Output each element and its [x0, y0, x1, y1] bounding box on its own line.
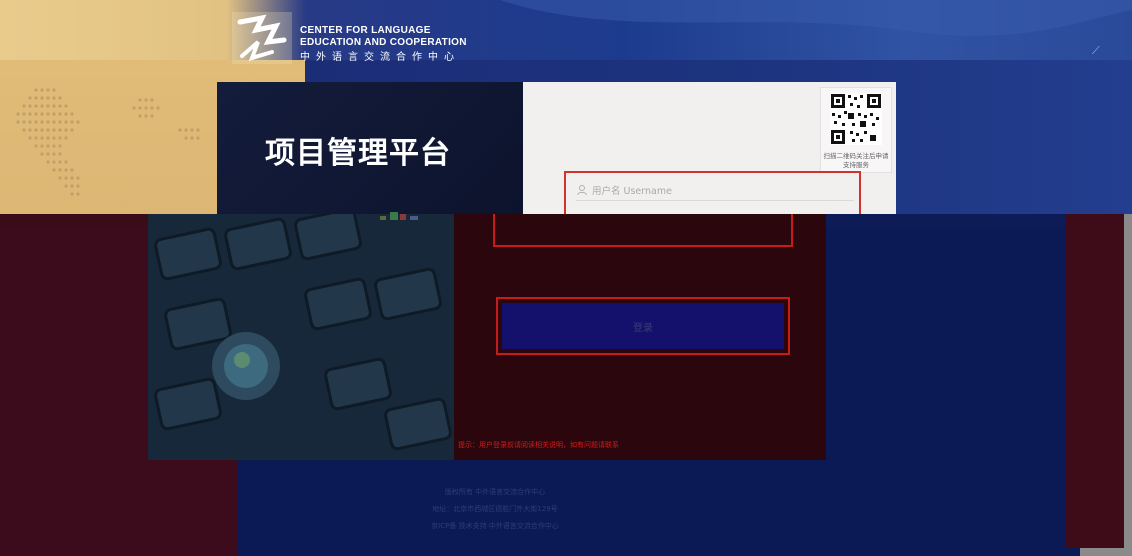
scrollbar-corner [1080, 548, 1132, 556]
background-photo [148, 214, 454, 460]
qr-caption: 扫描二维码关注后申请支持服务 [823, 152, 889, 169]
keyboard-globe-image [148, 214, 454, 460]
username-input[interactable]: 用户名 Username [576, 180, 854, 201]
login-form-panel: 扫描二维码关注后申请支持服务 用户名 Username [523, 82, 896, 214]
lower-right-panel [1066, 214, 1124, 548]
org-name-cn: 中外语言交流合作中心 [300, 52, 460, 63]
footer: 版权所有 中外语言交流合作中心 地址：北京市西城区德胜门外大街129号 京ICP… [380, 484, 610, 535]
login-banner: 项目管理平台 [217, 82, 523, 214]
password-field-frame[interactable] [493, 214, 793, 247]
header-band [0, 0, 1132, 60]
login-form-lower: 登录 提示：用户登录前请阅读相关说明，如有问题请联系 [454, 214, 826, 460]
user-icon [577, 185, 587, 196]
footer-line: 地址：北京市西城区德胜门外大街129号 [432, 505, 558, 513]
login-button[interactable]: 登录 [502, 303, 784, 349]
scrollbar-track[interactable] [1124, 214, 1132, 556]
corner-decoration-icon: ⟋ [1092, 44, 1100, 57]
org-name-en-line1: CENTER FOR LANGUAGE [300, 25, 431, 36]
render-artifact [380, 212, 418, 220]
cle-logo-icon [232, 12, 292, 64]
separator-strip-blue [826, 214, 1066, 227]
login-button-frame: 登录 [496, 297, 790, 355]
platform-title: 项目管理平台 [265, 136, 451, 171]
login-notice: 提示：用户登录前请阅读相关说明，如有问题请联系 [458, 441, 619, 449]
footer-line: 版权所有 中外语言交流合作中心 [444, 488, 546, 496]
qr-code-box: 扫描二维码关注后申请支持服务 [820, 87, 892, 173]
footer-line: 京ICP备 技术支持 中外语言交流合作中心 [431, 522, 559, 530]
username-field-frame[interactable]: 用户名 Username [564, 171, 861, 214]
username-placeholder: 用户名 Username [592, 186, 672, 197]
qr-code-icon [830, 93, 882, 145]
org-name-en-line2: EDUCATION AND COOPERATION [300, 37, 467, 48]
